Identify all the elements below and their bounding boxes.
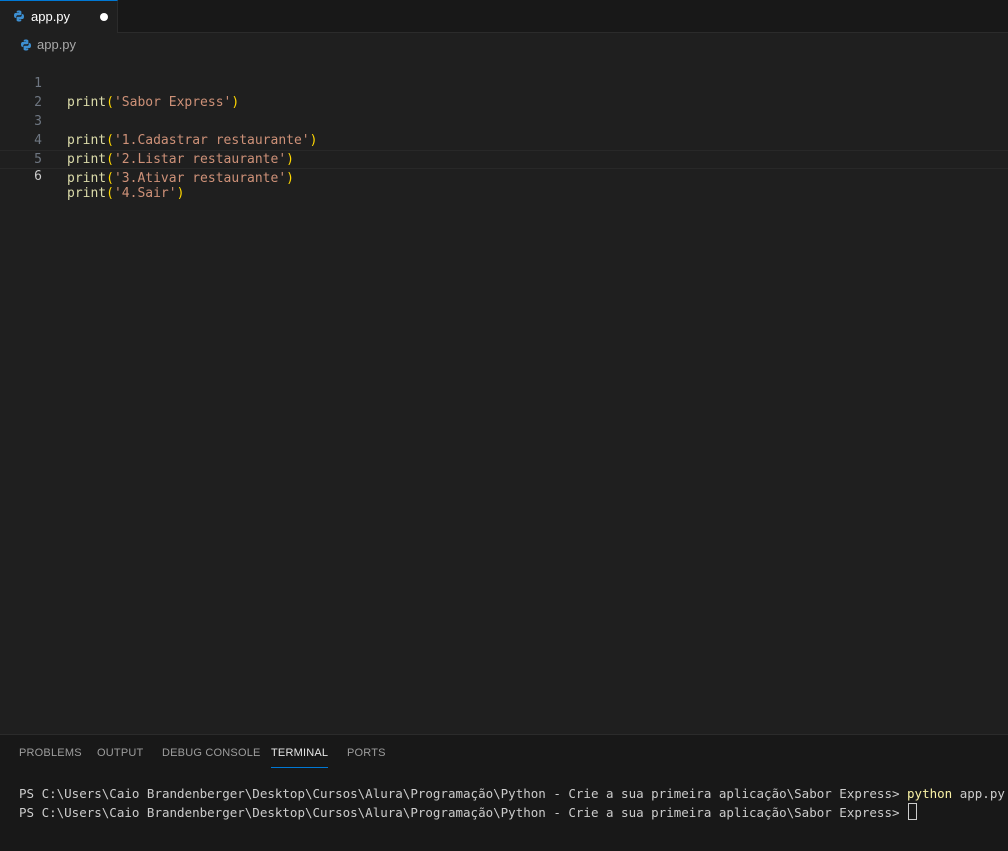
code-editor[interactable]: 1 print('Sabor Express') 2 3 print('1.Ca… [0,55,1008,201]
terminal-prompt: PS C:\Users\Caio Brandenberger\Desktop\C… [19,805,908,820]
terminal-cursor [908,803,918,820]
string-token: '3.Ativar restaurante' [113,171,287,186]
tab-problems[interactable]: PROBLEMS [19,747,82,759]
code-line[interactable]: 4 print('2.Listar restaurante') [0,112,1008,167]
code-line[interactable]: 3 print('1.Cadastrar restaurante') [0,93,1008,148]
tab-ports[interactable]: PORTS [347,747,386,759]
tab-terminal[interactable]: TERMINAL [271,747,329,768]
terminal-command-name: python [907,786,953,801]
line-number: 6 [34,169,42,184]
bottom-panel: PROBLEMS OUTPUT DEBUG CONSOLE TERMINAL P… [0,734,1008,851]
tab-label: app.py [31,9,71,24]
editor-tab-bar: app.py [0,0,1008,33]
python-icon [14,10,24,22]
string-token: '4.Sair' [113,186,177,201]
terminal-line: PS C:\Users\Caio Brandenberger\Desktop\C… [19,786,1005,801]
terminal-input-line[interactable]: PS C:\Users\Caio Brandenberger\Desktop\C… [19,803,918,820]
code-line-current[interactable]: 6 print('4.Sair') [0,150,1008,201]
tab-output[interactable]: OUTPUT [97,747,143,759]
terminal-command-args: app.py [952,786,1005,801]
python-icon [21,39,31,51]
code-line[interactable]: 5 print('3.Ativar restaurante') [0,131,1008,186]
function-token: print [67,186,107,201]
breadcrumb-file: app.py [37,37,77,52]
function-token: print [67,171,107,186]
unsaved-dot-icon[interactable] [100,13,108,21]
terminal-prompt: PS C:\Users\Caio Brandenberger\Desktop\C… [19,786,908,801]
code-line[interactable]: 2 [0,74,1008,110]
tab-debug-console[interactable]: DEBUG CONSOLE [162,747,261,759]
code-line[interactable]: 1 print('Sabor Express') [0,55,1008,110]
tab-app-py[interactable]: app.py [0,0,118,33]
